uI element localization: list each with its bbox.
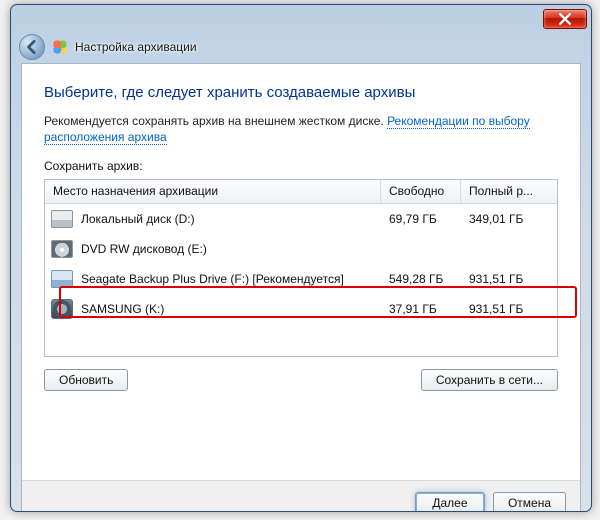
- nav-strip: Настройка архивации: [11, 33, 591, 63]
- drive-name: Локальный диск (D:): [81, 212, 195, 226]
- drive-full: 349,01 ГБ: [461, 212, 541, 226]
- drive-name: Seagate Backup Plus Drive (F:) [Рекоменд…: [81, 272, 344, 286]
- col-header-name[interactable]: Место назначения архивации: [45, 180, 381, 203]
- external-drive-icon: [51, 270, 73, 288]
- drive-name: SAMSUNG (K:): [81, 302, 164, 316]
- drive-row[interactable]: DVD RW дисковод (E:): [45, 234, 557, 264]
- hdd-icon: [51, 210, 73, 228]
- drive-row[interactable]: Локальный диск (D:) 69,79 ГБ 349,01 ГБ: [45, 204, 557, 234]
- titlebar: [11, 5, 591, 33]
- drive-free: 549,28 ГБ: [381, 272, 461, 286]
- drive-list[interactable]: Место назначения архивации Свободно Полн…: [44, 179, 558, 357]
- drive-name: DVD RW дисковод (E:): [81, 242, 207, 256]
- arrow-left-icon: [25, 40, 39, 54]
- dialog-footer: Далее Отмена: [22, 480, 580, 512]
- drive-list-header: Место назначения архивации Свободно Полн…: [45, 180, 557, 204]
- drive-free: 37,91 ГБ: [381, 302, 461, 316]
- drive-full: 931,51 ГБ: [461, 272, 541, 286]
- dvd-icon: [51, 240, 73, 258]
- save-network-button[interactable]: Сохранить в сети...: [421, 369, 558, 391]
- refresh-button[interactable]: Обновить: [44, 369, 128, 391]
- back-button[interactable]: [19, 34, 45, 60]
- close-icon: [559, 13, 571, 25]
- close-button[interactable]: [543, 9, 587, 29]
- content-panel: Выберите, где следует хранить создаваемы…: [21, 63, 581, 512]
- control-panel-flag-icon: [51, 38, 69, 56]
- page-heading: Выберите, где следует хранить создаваемы…: [44, 84, 558, 101]
- next-button[interactable]: Далее: [415, 492, 485, 513]
- col-header-free[interactable]: Свободно: [381, 180, 461, 203]
- drive-row[interactable]: SAMSUNG (K:) 37,91 ГБ 931,51 ГБ: [45, 294, 557, 324]
- col-header-scroll: [541, 180, 557, 203]
- drive-row[interactable]: Seagate Backup Plus Drive (F:) [Рекоменд…: [45, 264, 557, 294]
- col-header-full[interactable]: Полный р...: [461, 180, 541, 203]
- save-archive-label: Сохранить архив:: [44, 159, 558, 173]
- drive-full: 931,51 ГБ: [461, 302, 541, 316]
- window-title: Настройка архивации: [75, 40, 197, 54]
- hard-drive-icon: [51, 299, 73, 319]
- drive-free: 69,79 ГБ: [381, 212, 461, 226]
- recommendation-text: Рекомендуется сохранять архив на внешнем…: [44, 113, 558, 145]
- cancel-button[interactable]: Отмена: [493, 492, 566, 513]
- window-frame: Настройка архивации Выберите, где следуе…: [10, 4, 592, 512]
- recommendation-label: Рекомендуется сохранять архив на внешнем…: [44, 114, 384, 128]
